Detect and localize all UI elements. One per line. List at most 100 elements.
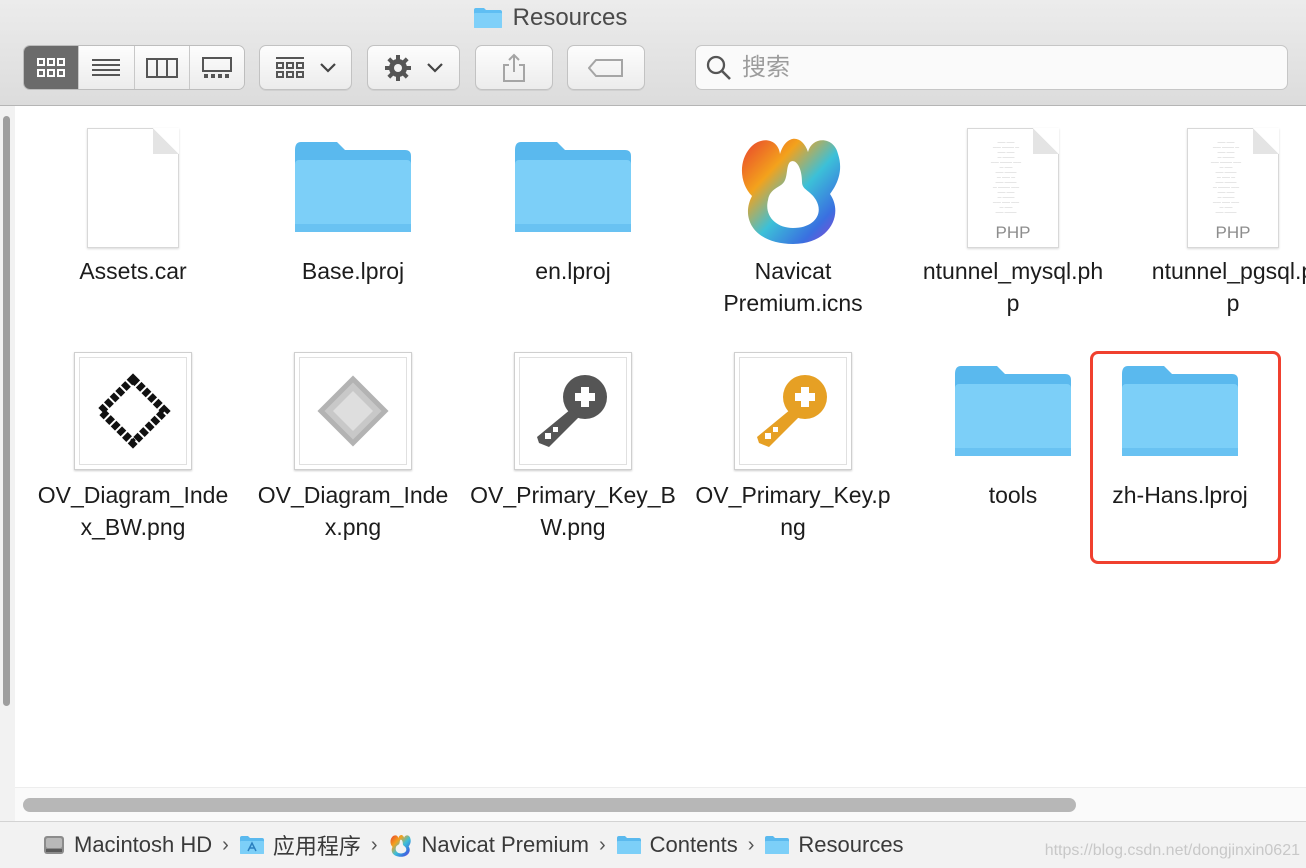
folder-icon	[515, 142, 631, 232]
path-crumb-label: Navicat Premium	[421, 832, 589, 857]
hard-drive-icon	[44, 836, 64, 854]
label-line-1: Navicat	[754, 258, 832, 284]
label-line-1: ntunnel_mysql.ph	[922, 258, 1104, 284]
list-view-button[interactable]	[79, 46, 135, 89]
label-line-1: OV_Diagram_Inde	[257, 482, 449, 508]
path-separator: ›	[370, 833, 378, 856]
folder-icon	[295, 142, 411, 232]
navicat-logo-icon	[741, 138, 841, 244]
gear-icon	[384, 54, 411, 81]
file-item-ov-diagram-index-bw[interactable]: OV_Diagram_Inde x_BW.png	[23, 334, 243, 543]
label-line-1: OV_Primary_Key_B	[470, 482, 676, 508]
path-crumb-label: 应用程序	[272, 834, 361, 859]
folder-icon	[955, 366, 1071, 456]
navicat-app-icon	[389, 835, 411, 857]
label-line-1: OV_Diagram_Inde	[37, 482, 229, 508]
php-document-icon: —— —— —— ——— — —— —— — ——— —— ——— —— — —— —— —…	[967, 128, 1059, 248]
label-line-2: ng	[780, 514, 806, 540]
diagram-index-bw-icon	[95, 373, 171, 449]
file-name-label: OV_Diagram_Inde x.png	[243, 479, 463, 543]
edit-tags-button[interactable]	[567, 45, 645, 90]
path-crumb-label: Macintosh HD	[74, 832, 213, 857]
file-name-label: OV_Primary_Key.png	[683, 479, 903, 543]
folder-item-en-lproj[interactable]: en.lproj	[463, 110, 683, 287]
file-name-label: en.lproj	[535, 258, 611, 284]
path-separator: ›	[599, 833, 606, 856]
window-title: Resources	[0, 4, 1100, 32]
php-badge: PHP	[995, 223, 1031, 242]
image-thumbnail	[514, 352, 632, 470]
file-name-label: OV_Diagram_Inde x_BW.png	[23, 479, 243, 543]
folder-icon	[473, 8, 502, 28]
chevron-down-icon	[426, 62, 443, 73]
file-name-label: ntunnel_mysql.php	[903, 255, 1123, 319]
file-item-ov-primary-key-bw[interactable]: OV_Primary_Key_B W.png	[463, 334, 683, 543]
path-crumb-applications[interactable]: 应用程序	[239, 829, 361, 861]
icon-view-button[interactable]	[24, 46, 80, 89]
path-separator: ›	[747, 833, 755, 856]
file-item-ntunnel-pgsql-php[interactable]: —— —— —— ——— — —— —— — ——— —— ——— —— — —— —— —…	[1123, 110, 1306, 319]
key-icon	[757, 375, 827, 447]
file-name-label: ntunnel_pgsql.pp	[1123, 255, 1306, 319]
path-crumb-resources[interactable]: Resources	[764, 832, 904, 858]
file-item-assets-car[interactable]: Assets.car	[23, 110, 243, 287]
column-view-button[interactable]	[134, 46, 190, 89]
label-line-2: p	[1226, 290, 1240, 316]
path-crumb-label: Contents	[649, 832, 738, 857]
red-highlight-box	[1090, 351, 1281, 564]
watermark-text: https://blog.csdn.net/dongjinxin0621	[1044, 842, 1300, 859]
tag-icon	[588, 58, 623, 77]
group-grid-icon	[275, 56, 304, 78]
path-crumb-label: Resources	[798, 832, 904, 857]
path-crumb-macintosh-hd[interactable]: Macintosh HD	[42, 832, 212, 858]
group-by-button[interactable]	[259, 45, 352, 90]
column-view-icon	[145, 57, 178, 78]
applications-folder-icon	[239, 836, 264, 854]
label-line-2: x.png	[324, 514, 382, 540]
label-line-2: x_BW.png	[80, 514, 186, 540]
label-line-2: Premium.icns	[723, 290, 863, 316]
toolbar: Resources	[0, 0, 1306, 106]
folder-icon	[616, 836, 641, 854]
horizontal-scrollbar[interactable]	[15, 787, 1306, 822]
file-item-ntunnel-mysql-php[interactable]: —— —— —— ——— — —— —— — ——— —— ——— —— — —— —— —…	[903, 110, 1123, 319]
window-title-text: Resources	[512, 4, 628, 31]
chevron-down-icon	[319, 62, 336, 73]
file-name-label: Base.lproj	[301, 258, 405, 284]
label-line-1: OV_Primary_Key.p	[695, 482, 891, 508]
search-icon	[706, 55, 731, 80]
folder-item-base-lproj[interactable]: Base.lproj	[243, 110, 463, 287]
list-view-icon	[92, 58, 121, 76]
file-name-label: Assets.car	[79, 258, 187, 284]
path-separator: ›	[222, 833, 229, 856]
folder-icon	[765, 836, 790, 854]
file-item-ov-primary-key[interactable]: OV_Primary_Key.png	[683, 334, 903, 543]
file-name-label: Navicat Premium.icns	[683, 255, 903, 319]
label-line-2: W.png	[540, 514, 606, 540]
file-item-navicat-icns[interactable]: Navicat Premium.icns	[683, 110, 903, 319]
search-input[interactable]	[740, 52, 1264, 83]
action-menu-button[interactable]	[367, 45, 460, 90]
icon-view-icon	[37, 57, 66, 77]
code-preview-lines: —— —— —— ——— — —— —— — ——— —— ——— —— — —— —— —…	[990, 139, 1022, 214]
label-line-2: p	[1006, 290, 1020, 316]
horizontal-scrollbar-thumb[interactable]	[23, 798, 1076, 812]
view-mode-segmented-control[interactable]	[23, 45, 245, 90]
path-crumb-contents[interactable]: Contents	[616, 832, 738, 858]
diagram-index-icon	[317, 375, 389, 447]
document-icon	[87, 128, 179, 248]
key-bw-icon	[537, 375, 607, 447]
file-item-ov-diagram-index[interactable]: OV_Diagram_Inde x.png	[243, 334, 463, 543]
label-line-1: ntunnel_pgsql.p	[1151, 258, 1306, 284]
image-thumbnail	[74, 352, 192, 470]
share-button[interactable]	[475, 45, 553, 90]
code-preview-lines: —— —— —— ——— — —— —— — ——— —— ——— —— — —— —— —…	[1210, 139, 1242, 214]
left-edge-scrollbar[interactable]	[0, 106, 16, 821]
image-thumbnail	[294, 352, 412, 470]
php-document-icon: —— —— —— ——— — —— —— — ——— —— ——— —— — —— —— —…	[1187, 128, 1279, 248]
vertical-scrollbar-thumb[interactable]	[3, 116, 10, 706]
share-icon	[503, 53, 525, 82]
gallery-view-button[interactable]	[189, 46, 244, 89]
path-crumb-navicat-premium[interactable]: Navicat Premium	[388, 832, 589, 858]
search-field[interactable]	[695, 45, 1288, 90]
